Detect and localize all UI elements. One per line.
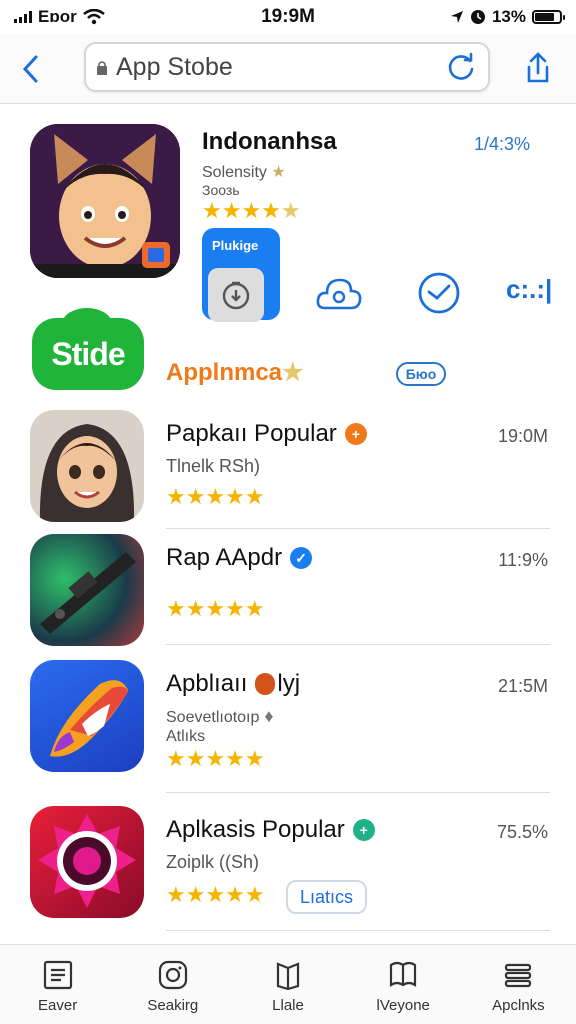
divider [166,930,550,931]
battery-icon [532,10,565,24]
app-meta: 11:9% [498,550,548,570]
stide-badge[interactable]: Stide [32,308,144,390]
tab-label: Llale [272,997,304,1014]
library-icon [390,961,417,988]
app-subtitle: Tlnelk RSh) [166,456,261,476]
status-left: Eɒor [14,7,214,27]
tab-apclnks[interactable]: Apclnks [461,945,576,1024]
featured-app-name: Indonanhsa [202,128,337,155]
app-name: Apblıaıı lyj [166,670,301,697]
app-icon[interactable] [30,410,144,522]
banner-label: Applnmca★ [166,359,304,386]
list-item[interactable]: Rap AApdr ✓ ★★★★★ 11:9% [30,534,550,654]
featured-app[interactable]: Indonanhsa Solensity ★ Зоозь ★★★★★ 1/4:3… [30,124,560,324]
clock-button[interactable] [414,268,464,318]
app-subtitle: Soevetlıotoıр ♦ [166,706,274,726]
tab-label: lVeyone [376,997,430,1014]
list-item[interactable]: Aplkasis Popular + Zoiplk ((Sh) ★★★★★ Lıa… [30,806,550,931]
divider [166,528,550,529]
tab-llale[interactable]: Llale [230,945,345,1024]
status-right: 13% [362,7,565,27]
app-name: Papkaıı Popular + [166,420,367,448]
tab-seakirg[interactable]: Seakirg [115,945,230,1024]
featured-app-subtitle-2: Зоозь [202,182,240,198]
alarm-icon [470,10,485,24]
wifi-icon [82,9,105,25]
tab-bar: Eaver Seakirg Llale lVeyone Apclnks [0,944,576,1024]
featured-app-stars: ★★★★★ [202,198,301,223]
app-stars: ★★★★★ [166,882,265,907]
clock-icon [418,272,460,314]
share-button[interactable] [516,46,560,90]
carrier-label: Eɒor [38,7,77,26]
app-meta: 21:5M [497,676,548,696]
app-icon[interactable] [30,534,144,646]
app-subtitle-2: Atlıks [166,728,206,745]
chevron-left-icon [22,55,38,82]
cloud-button[interactable] [314,268,364,318]
app-icon[interactable] [30,660,144,772]
list-icon [43,960,72,990]
lock-icon [96,60,108,75]
signal-icon [14,11,32,23]
app-meta: 75.5% [496,822,548,842]
reload-button[interactable] [444,50,478,84]
featured-install-button[interactable]: Plukige [202,228,280,322]
battery-percent: 13% [491,7,526,26]
app-stars: ★★★★★ [166,596,265,621]
share-icon [527,52,549,83]
app-name: Rap AApdr ✓ [166,544,313,572]
back-button[interactable] [0,39,60,99]
ring-badge-icon [255,673,276,695]
app-chip-button[interactable]: Lıatıcs [286,880,368,914]
tab-label: Seakirg [147,997,199,1014]
stack-icon [505,963,532,988]
status-bar: Eɒor 19:9M 13% [0,0,576,34]
reload-icon [448,52,474,80]
address-field[interactable]: App Stobe [84,42,490,92]
location-icon [450,11,463,23]
search-camera-icon [158,960,187,990]
list-item[interactable]: Papkaıı Popular + Tlnelk RSh) ★★★★★ 19:0M [30,410,550,530]
install-label: Plukige [212,238,259,253]
list-item[interactable]: Apblıaıı lyj Soevetlıotoıр ♦ Atlıks ★★★★★… [30,660,550,793]
tab-label: Apclnks [492,997,545,1014]
featured-app-icon[interactable] [30,124,180,278]
app-meta: 19:0M [497,426,548,446]
verified-badge-icon: ✓ [290,547,313,569]
cloud-icon [316,278,362,310]
tab-label: Eaver [38,997,78,1014]
divider [166,644,550,645]
navigation-bar: App Stobe [0,34,576,104]
app-icon[interactable] [30,806,144,918]
plus-badge-icon: + [352,819,375,841]
download-icon [208,268,264,322]
app-stars: ★★★★★ [166,746,265,771]
stide-badge-text: Stide [51,335,125,372]
book-icon [276,962,300,991]
plus-badge-icon: + [344,423,367,445]
app-stars: ★★★★★ [166,484,265,509]
address-text: App Stobe [116,52,233,81]
status-time: 19:9M [261,6,315,27]
featured-app-subtitle: Solensity ★ [202,164,286,181]
app-subtitle: Zoiplk ((Sh) [166,852,260,872]
app-name: Aplkasis Popular + [166,816,375,844]
tab-lveyone[interactable]: lVeyone [346,945,461,1024]
banner-pill[interactable]: Бюо [396,362,446,386]
more-button[interactable]: c:.:| [506,274,552,305]
divider [166,792,550,793]
tab-eaver[interactable]: Eaver [0,945,115,1024]
